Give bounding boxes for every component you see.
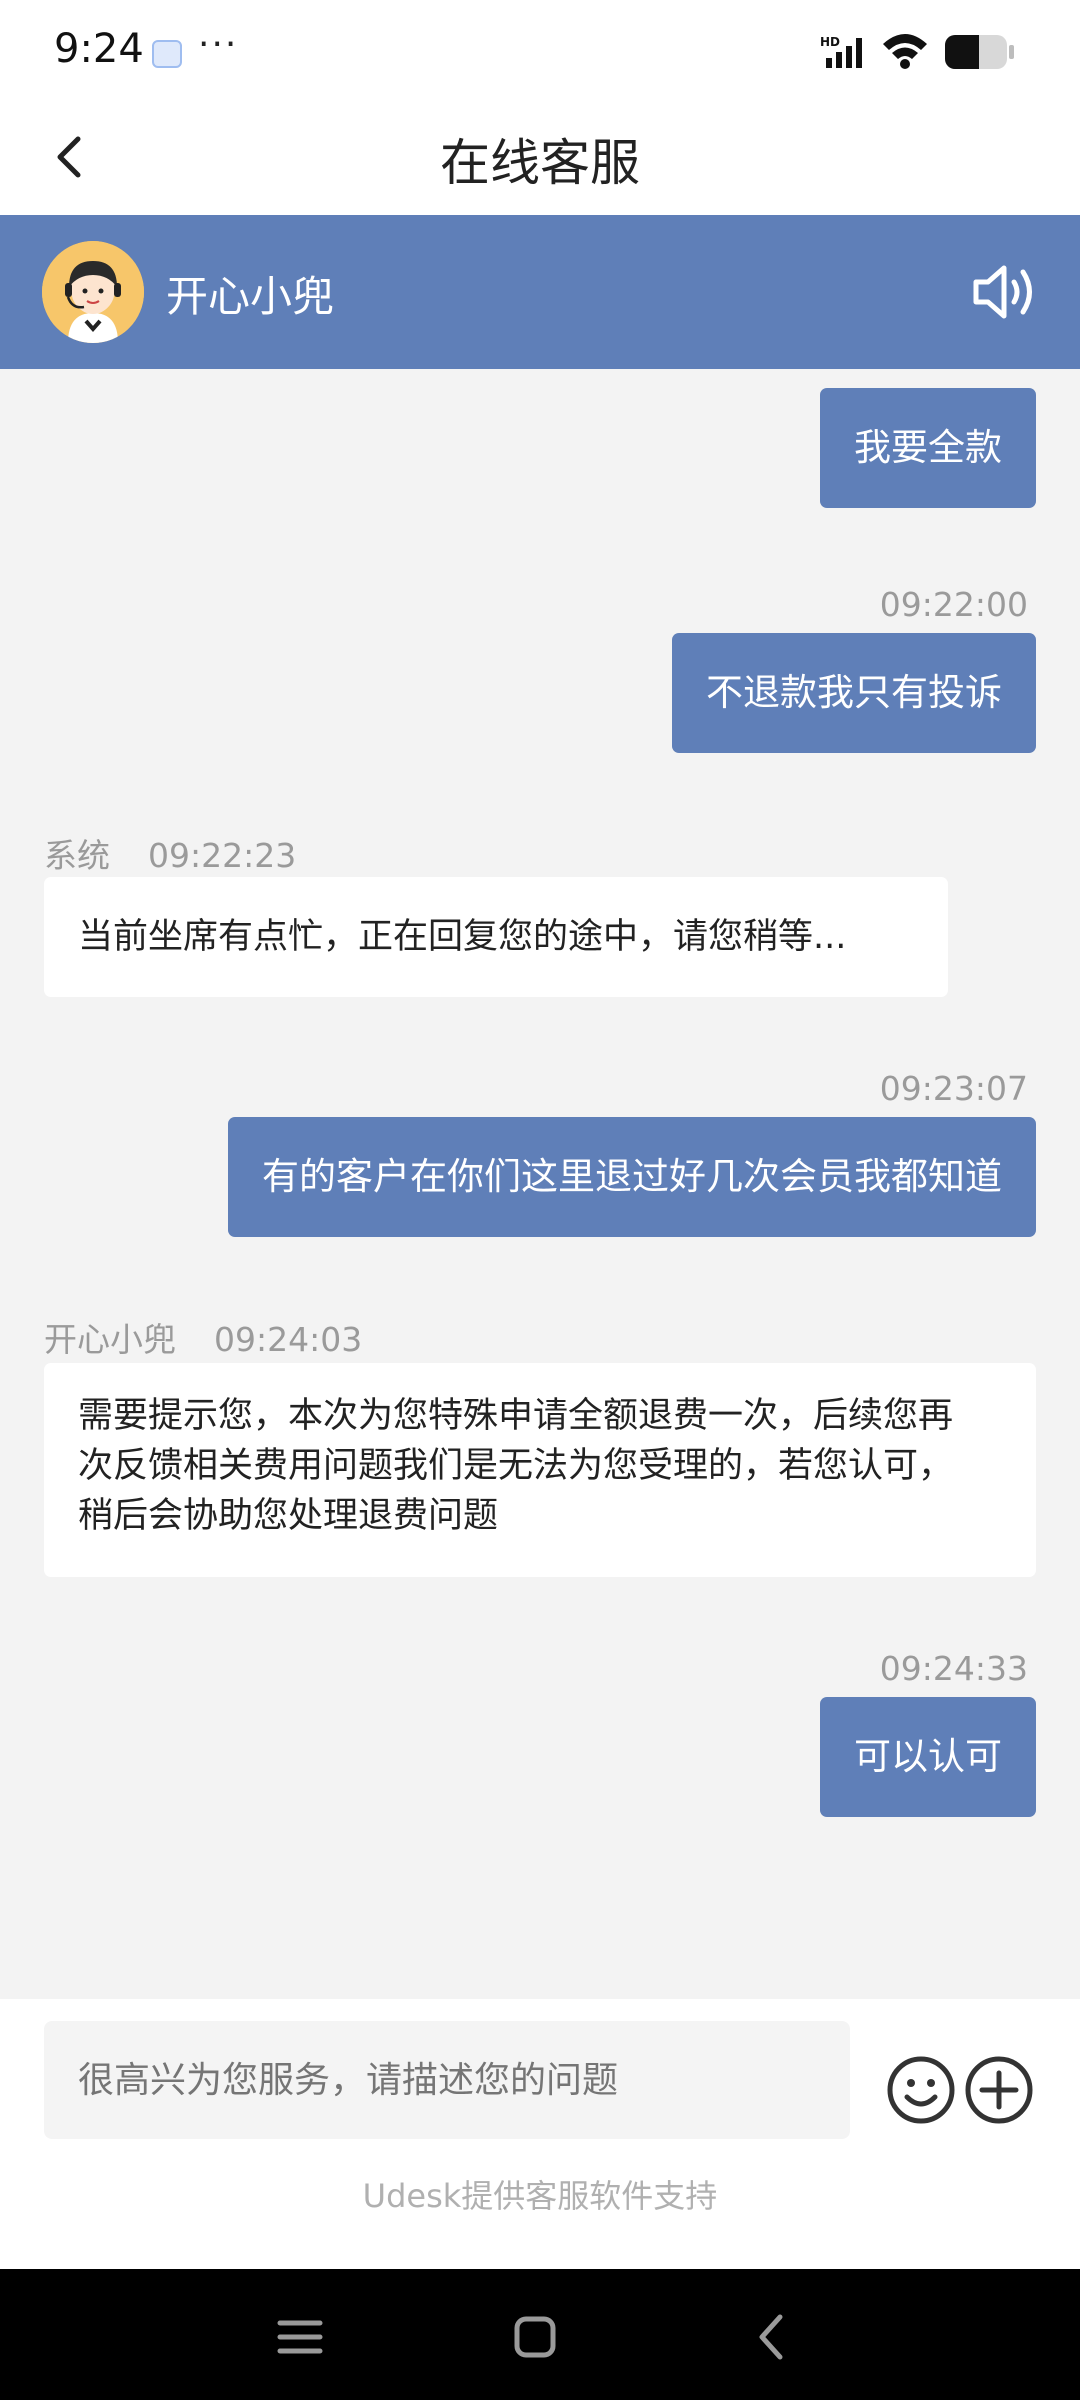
agent-avatar bbox=[42, 241, 144, 343]
message-sender: 开心小兜 bbox=[44, 1320, 176, 1359]
user-message-bubble: 有的客户在你们这里退过好几次会员我都知道 bbox=[228, 1117, 1036, 1237]
back-nav-icon[interactable] bbox=[744, 2309, 800, 2365]
home-icon[interactable] bbox=[507, 2309, 563, 2365]
agent-avatar-icon bbox=[42, 241, 144, 343]
message-timestamp: 09:24:03 bbox=[214, 1320, 363, 1359]
battery-icon bbox=[945, 35, 1014, 69]
message-input[interactable] bbox=[44, 2021, 850, 2139]
plus-circle-icon bbox=[965, 2056, 1033, 2124]
page-title: 在线客服 bbox=[440, 134, 640, 192]
message-meta: 系统 09:22:23 bbox=[44, 829, 296, 877]
message-line: 次反馈相关费用问题我们是无法为您受理的，若您认可， bbox=[78, 1446, 954, 1486]
user-message-bubble: 可以认可 bbox=[820, 1697, 1036, 1817]
user-message-bubble: 不退款我只有投诉 bbox=[672, 633, 1036, 753]
signal-icon: HD bbox=[820, 35, 862, 68]
more-options-button[interactable] bbox=[964, 2055, 1034, 2125]
chat-message-list[interactable]: 我要全款 09:22:00 不退款我只有投诉 系统 09:22:23 当前坐席有点… bbox=[0, 369, 1080, 1999]
message-timestamp: 09:23:07 bbox=[879, 1069, 1028, 1108]
support-footer: Udesk提供客服软件支持 bbox=[362, 2177, 718, 2215]
message-timestamp: 09:22:23 bbox=[148, 836, 297, 875]
speaker-icon bbox=[973, 265, 1032, 319]
system-message-bubble: 当前坐席有点忙，正在回复您的途中，请您稍等... bbox=[44, 877, 948, 997]
message-line: 需要提示您，本次为您特殊申请全额退费一次，后续您再 bbox=[78, 1396, 954, 1436]
status-bar: 9:24 ··· HD bbox=[0, 0, 1080, 105]
message-sender: 系统 bbox=[44, 836, 110, 875]
input-bar: Udesk提供客服软件支持 bbox=[0, 1999, 1080, 2269]
user-message-bubble: 我要全款 bbox=[820, 388, 1036, 508]
emoji-button[interactable] bbox=[886, 2055, 956, 2125]
more-notifications-icon: ··· bbox=[198, 24, 239, 65]
navigation-bar: 在线客服 bbox=[0, 105, 1080, 215]
status-time: 9:24 bbox=[54, 26, 144, 72]
system-navigation-bar bbox=[0, 2269, 1080, 2400]
smiley-icon bbox=[887, 2056, 955, 2124]
message-timestamp: 09:22:00 bbox=[879, 585, 1028, 624]
wifi-icon bbox=[883, 34, 927, 69]
message-line: 稍后会协助您处理退费问题 bbox=[78, 1496, 499, 1536]
message-timestamp: 09:24:33 bbox=[879, 1649, 1028, 1688]
notification-app-icon bbox=[152, 40, 182, 68]
agent-name: 开心小兜 bbox=[166, 272, 335, 321]
message-meta: 开心小兜 09:24:03 bbox=[44, 1313, 362, 1361]
sound-toggle-button[interactable] bbox=[970, 260, 1040, 324]
agent-message-bubble: 需要提示您，本次为您特殊申请全额退费一次，后续您再 次反馈相关费用问题我们是无法… bbox=[44, 1363, 1036, 1577]
network-type-label: HD bbox=[820, 35, 840, 49]
menu-icon[interactable] bbox=[272, 2309, 328, 2365]
agent-header: 开心小兜 bbox=[0, 215, 1080, 369]
